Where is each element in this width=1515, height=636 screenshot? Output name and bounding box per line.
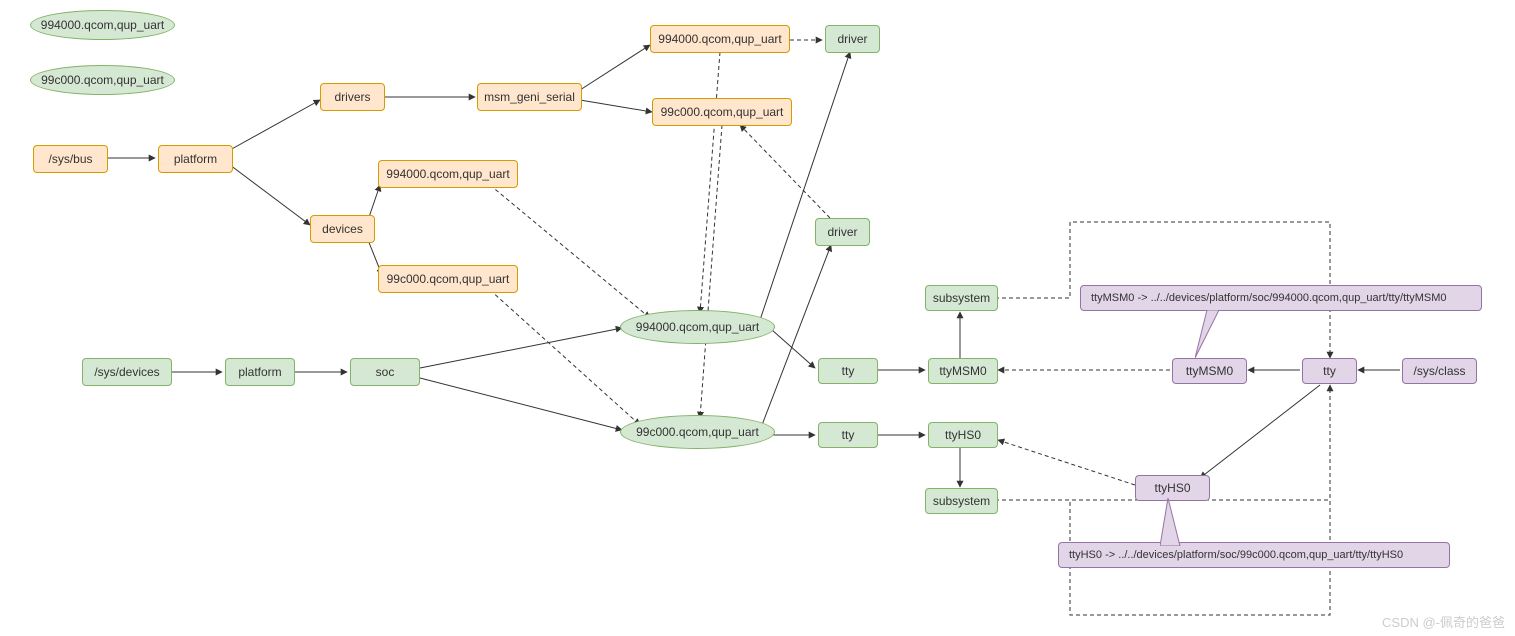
label: platform — [238, 365, 281, 379]
node-sysbus: /sys/bus — [33, 145, 108, 173]
label: ttyMSM0 — [939, 364, 986, 378]
node-tty-class: tty — [1302, 358, 1357, 384]
node-uart994-device: 994000.qcom,qup_uart — [378, 160, 518, 188]
node-soc: soc — [350, 358, 420, 386]
label: ttyHS0 — [1154, 481, 1190, 495]
node-msm-geni-serial: msm_geni_serial — [477, 83, 582, 111]
node-tty-99c: tty — [818, 422, 878, 448]
node-subsystem-994: subsystem — [925, 285, 998, 311]
node-ttyHS0: ttyHS0 — [928, 422, 998, 448]
label: msm_geni_serial — [484, 90, 575, 104]
node-uart99c-device: 99c000.qcom,qup_uart — [378, 265, 518, 293]
label: drivers — [334, 90, 370, 104]
node-ttyMSM0-class: ttyMSM0 — [1172, 358, 1247, 384]
node-ttyMSM0: ttyMSM0 — [928, 358, 998, 384]
label: tty — [842, 428, 855, 442]
label: driver — [827, 225, 857, 239]
label: 994000.qcom,qup_uart — [658, 32, 781, 46]
callout-text: ttyMSM0 -> ../../devices/platform/soc/99… — [1091, 292, 1447, 304]
node-platform-bus: platform — [158, 145, 233, 173]
label: 99c000.qcom,qup_uart — [661, 105, 784, 119]
watermark-text: CSDN @-佩奇的爸爸 — [1382, 615, 1505, 630]
watermark: CSDN @-佩奇的爸爸 — [1382, 612, 1505, 631]
ellipse-994: 994000.qcom,qup_uart — [620, 310, 775, 344]
callout-ttyHS0: ttyHS0 -> ../../devices/platform/soc/99c… — [1058, 542, 1450, 568]
label: 994000.qcom,qup_uart — [386, 167, 509, 181]
node-tty-994: tty — [818, 358, 878, 384]
node-driver-99c: driver — [815, 218, 870, 246]
label: 994000.qcom,qup_uart — [41, 18, 164, 32]
node-drivers: drivers — [320, 83, 385, 111]
label: soc — [376, 365, 395, 379]
label: driver — [837, 32, 867, 46]
label: /sys/bus — [48, 152, 92, 166]
node-uart99c-driver: 99c000.qcom,qup_uart — [652, 98, 792, 126]
label: /sys/devices — [94, 365, 159, 379]
label: ttyMSM0 — [1186, 364, 1233, 378]
label: subsystem — [933, 291, 990, 305]
node-platform-dev: platform — [225, 358, 295, 386]
label: subsystem — [933, 494, 990, 508]
label: 99c000.qcom,qup_uart — [387, 272, 510, 286]
node-devices: devices — [310, 215, 375, 243]
ellipse-99c: 99c000.qcom,qup_uart — [620, 415, 775, 449]
label: tty — [842, 364, 855, 378]
node-driver-994: driver — [825, 25, 880, 53]
node-sysclass: /sys/class — [1402, 358, 1477, 384]
legend-node-994: 994000.qcom,qup_uart — [30, 10, 175, 40]
label: 99c000.qcom,qup_uart — [41, 73, 164, 87]
label: 99c000.qcom,qup_uart — [636, 425, 759, 439]
legend-node-99c: 99c000.qcom,qup_uart — [30, 65, 175, 95]
node-uart994-driver: 994000.qcom,qup_uart — [650, 25, 790, 53]
label: /sys/class — [1413, 364, 1465, 378]
callout-text: ttyHS0 -> ../../devices/platform/soc/99c… — [1069, 549, 1403, 561]
node-ttyHS0-class: ttyHS0 — [1135, 475, 1210, 501]
node-sysdevices: /sys/devices — [82, 358, 172, 386]
label: devices — [322, 222, 363, 236]
callout-ttyMSM0: ttyMSM0 -> ../../devices/platform/soc/99… — [1080, 285, 1482, 311]
label: platform — [174, 152, 217, 166]
label: 994000.qcom,qup_uart — [636, 320, 759, 334]
label: ttyHS0 — [945, 428, 981, 442]
node-subsystem-99c: subsystem — [925, 488, 998, 514]
label: tty — [1323, 364, 1336, 378]
